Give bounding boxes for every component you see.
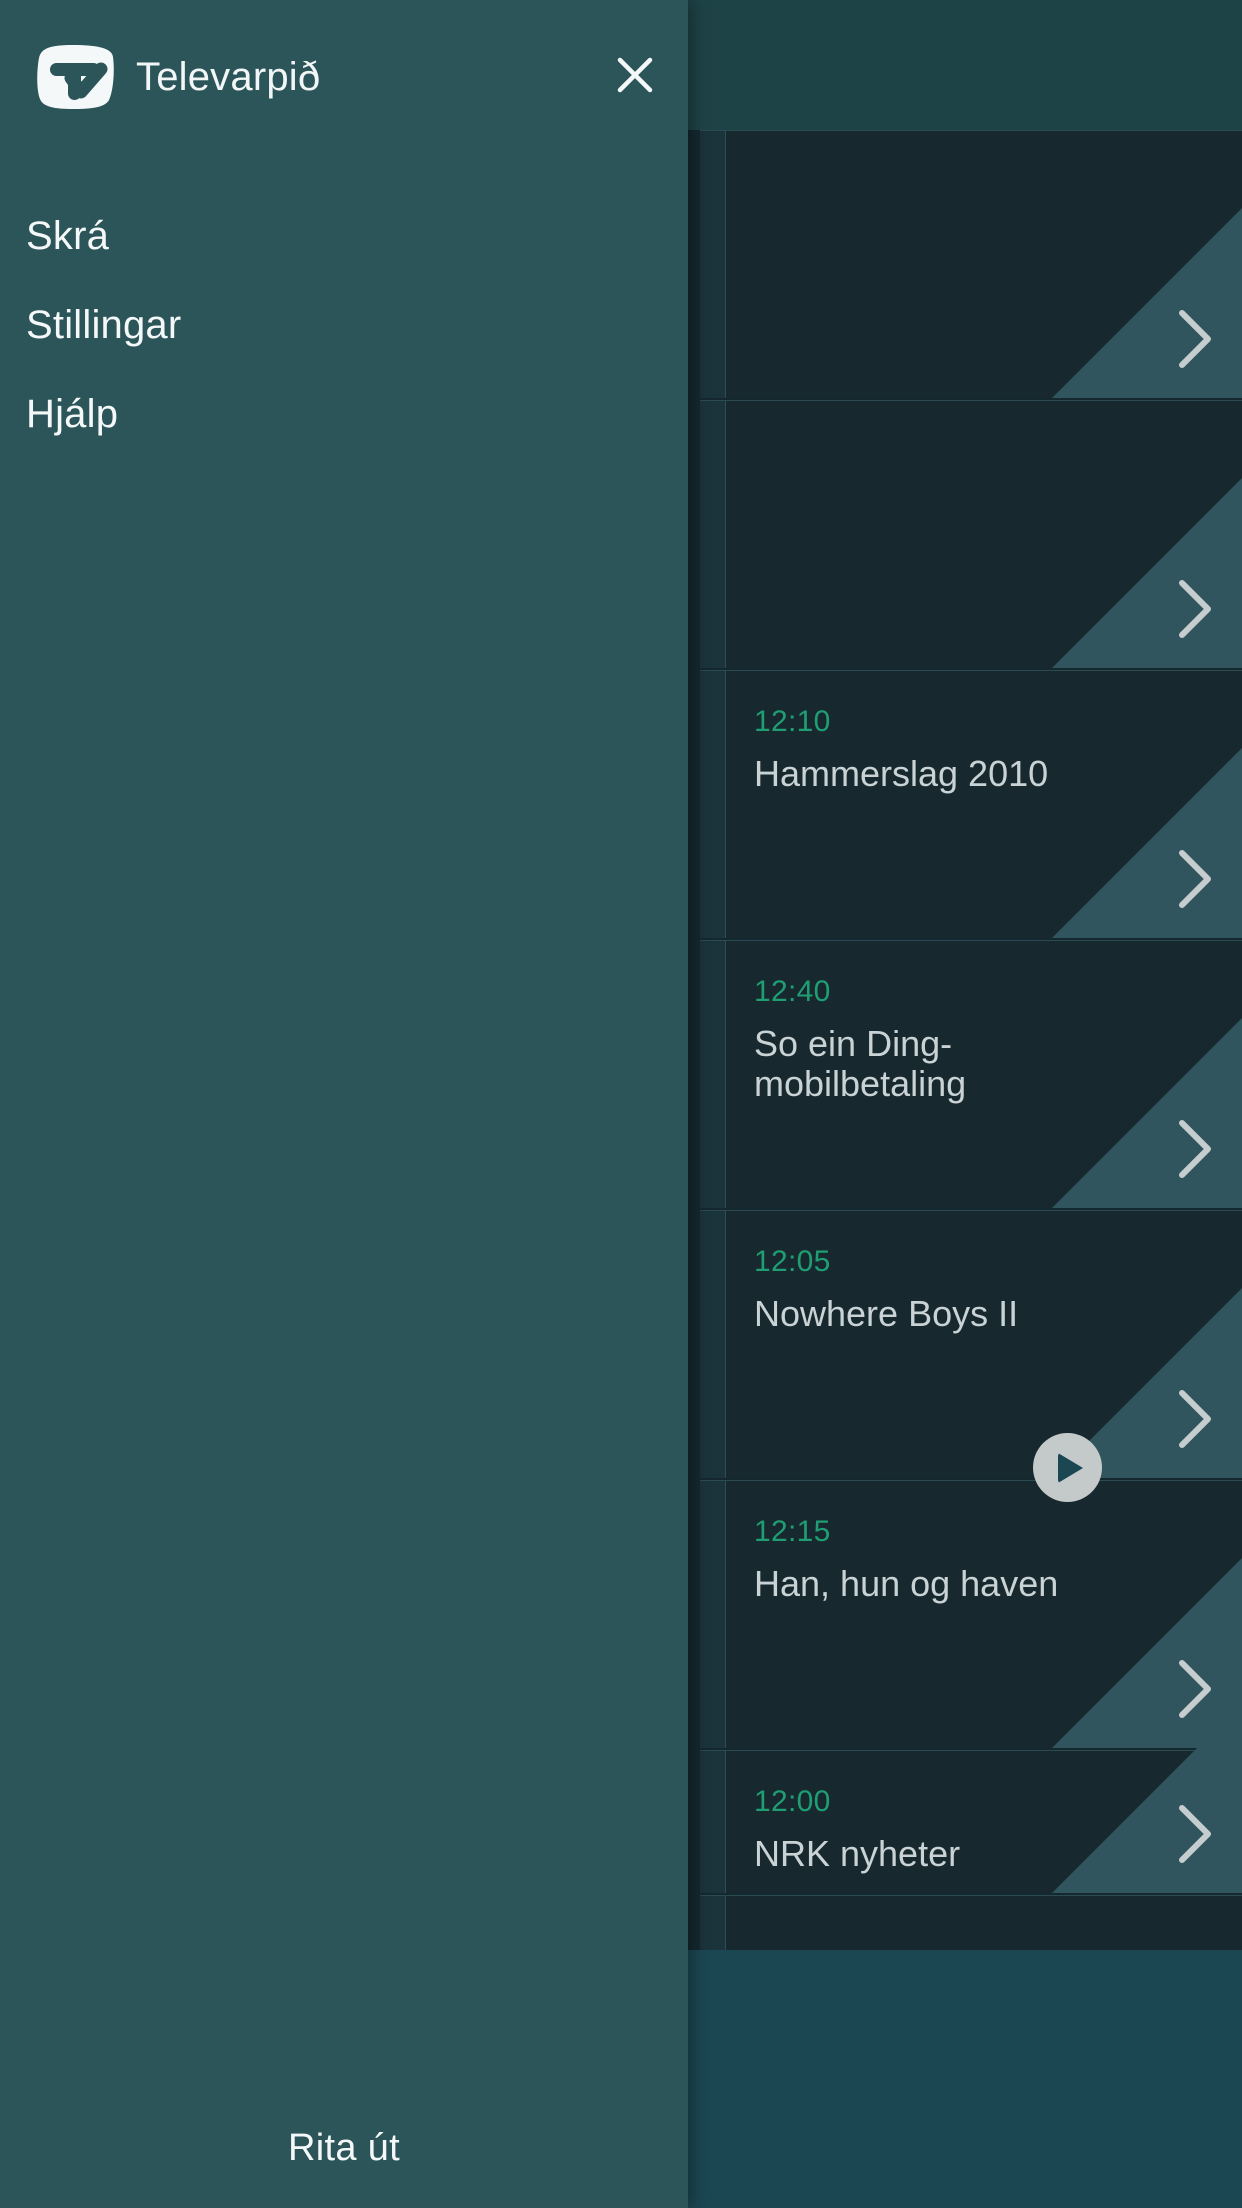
program-time: 12:05 — [754, 1245, 831, 1278]
brand-logo: Televarpið — [33, 44, 320, 110]
card-gutter — [700, 1896, 726, 1950]
program-info — [754, 401, 1112, 451]
program-card[interactable] — [700, 400, 1242, 668]
drawer-menu-item-1[interactable]: Skrá — [0, 192, 688, 281]
drawer-menu-item-3[interactable]: Hjálp — [0, 370, 688, 459]
drawer-menu: Skrá Stillingar Hjálp — [0, 192, 688, 459]
program-info: 12:10 Hammerslag 2010 — [754, 671, 1112, 794]
program-info: 12:40 So ein Ding-mobilbetaling — [754, 941, 1112, 1105]
tv-logo-icon — [33, 44, 116, 110]
program-info — [754, 1896, 1112, 1946]
chevron-right-icon[interactable] — [1176, 1803, 1216, 1865]
chevron-right-icon[interactable] — [1176, 308, 1216, 370]
program-time: 12:15 — [754, 1515, 831, 1548]
card-gutter — [700, 671, 726, 938]
close-icon — [617, 57, 653, 93]
program-title: Han, hun og haven — [754, 1563, 1059, 1604]
navigation-drawer: Televarpið Skrá Stillingar Hjálp Rita út — [0, 0, 688, 2208]
program-time: 12:00 — [754, 1785, 831, 1818]
chevron-right-icon[interactable] — [1176, 1658, 1216, 1720]
program-card[interactable] — [700, 130, 1242, 398]
app-root: 12:10 Hammerslag 2010 12:40 So ein Ding-mob… — [0, 0, 1242, 2208]
close-drawer-button[interactable] — [592, 32, 678, 118]
program-info: 12:00 NRK nyheter — [754, 1751, 1112, 1874]
card-gutter — [700, 1211, 726, 1478]
program-title: Hammerslag 2010 — [754, 753, 1049, 794]
program-card[interactable]: 12:15 Han, hun og haven — [700, 1480, 1242, 1748]
chevron-right-icon[interactable] — [1176, 848, 1216, 910]
drawer-menu-item-2[interactable]: Stillingar — [0, 281, 688, 370]
program-card[interactable]: 12:10 Hammerslag 2010 — [700, 670, 1242, 938]
play-button[interactable] — [1033, 1433, 1102, 1502]
drawer-header: Televarpið — [0, 0, 688, 160]
drawer-menu-item-label: Stillingar — [26, 303, 182, 347]
play-icon — [1058, 1452, 1083, 1483]
program-title: NRK nyheter — [754, 1833, 961, 1874]
card-gutter — [700, 1751, 726, 1893]
program-card[interactable]: 12:40 So ein Ding-mobilbetaling — [700, 940, 1242, 1208]
card-gutter — [700, 401, 726, 668]
drawer-menu-item-label: Skrá — [26, 214, 110, 258]
card-gutter — [700, 131, 726, 398]
program-time: 12:40 — [754, 975, 831, 1008]
card-gutter — [700, 1481, 726, 1748]
sign-out-label: Rita út — [288, 2126, 400, 2169]
card-gutter — [700, 941, 726, 1208]
program-title: Nowhere Boys II — [754, 1293, 1019, 1334]
brand-name: Televarpið — [136, 54, 321, 99]
chevron-right-icon[interactable] — [1176, 1388, 1216, 1450]
program-time: 12:10 — [754, 705, 831, 738]
sign-out-button[interactable]: Rita út — [0, 2088, 688, 2208]
program-card[interactable]: 12:05 Nowhere Boys II — [700, 1210, 1242, 1478]
program-info: 12:05 Nowhere Boys II — [754, 1211, 1112, 1334]
program-card[interactable]: 12:00 NRK nyheter — [700, 1703, 1242, 1893]
program-card[interactable] — [700, 1895, 1242, 1950]
drawer-menu-item-label: Hjálp — [26, 392, 119, 436]
program-info — [754, 131, 1112, 181]
program-title: So ein Ding-mobilbetaling — [754, 1023, 967, 1105]
chevron-right-icon[interactable] — [1176, 1118, 1216, 1180]
chevron-right-icon[interactable] — [1176, 578, 1216, 640]
